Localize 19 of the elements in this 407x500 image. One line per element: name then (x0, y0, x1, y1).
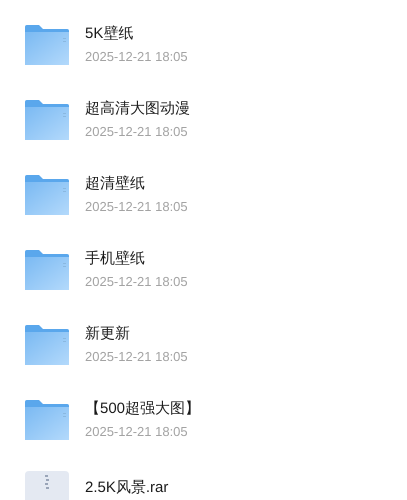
file-name: 手机壁纸 (85, 248, 146, 268)
folder-icon (25, 24, 69, 64)
modified-date: 2025-12-21 18:05 (85, 122, 189, 140)
folder-icon (25, 174, 69, 214)
modified-date: 2025-12-21 18:05 (85, 348, 188, 366)
folder-icon (25, 250, 69, 290)
file-name: 2.5K风景.rar (85, 478, 168, 498)
file-name: 【500超强大图】 (85, 398, 200, 418)
folder-icon (25, 400, 69, 440)
modified-date: 2025-12-21 18:05 (85, 272, 188, 290)
folder-icon (25, 324, 69, 364)
file-name: 新更新 (85, 324, 131, 344)
modified-date: 2025-12-21 18:05 (85, 48, 188, 66)
folder-icon (25, 100, 69, 140)
file-name: 超清壁纸 (85, 174, 146, 194)
modified-date: 2025-12-21 18:05 (85, 198, 188, 216)
modified-date: 2025-12-21 18:05 (85, 422, 189, 440)
file-name: 5K壁纸 (85, 24, 134, 44)
file-name: 超高清大图动漫 (85, 98, 190, 118)
